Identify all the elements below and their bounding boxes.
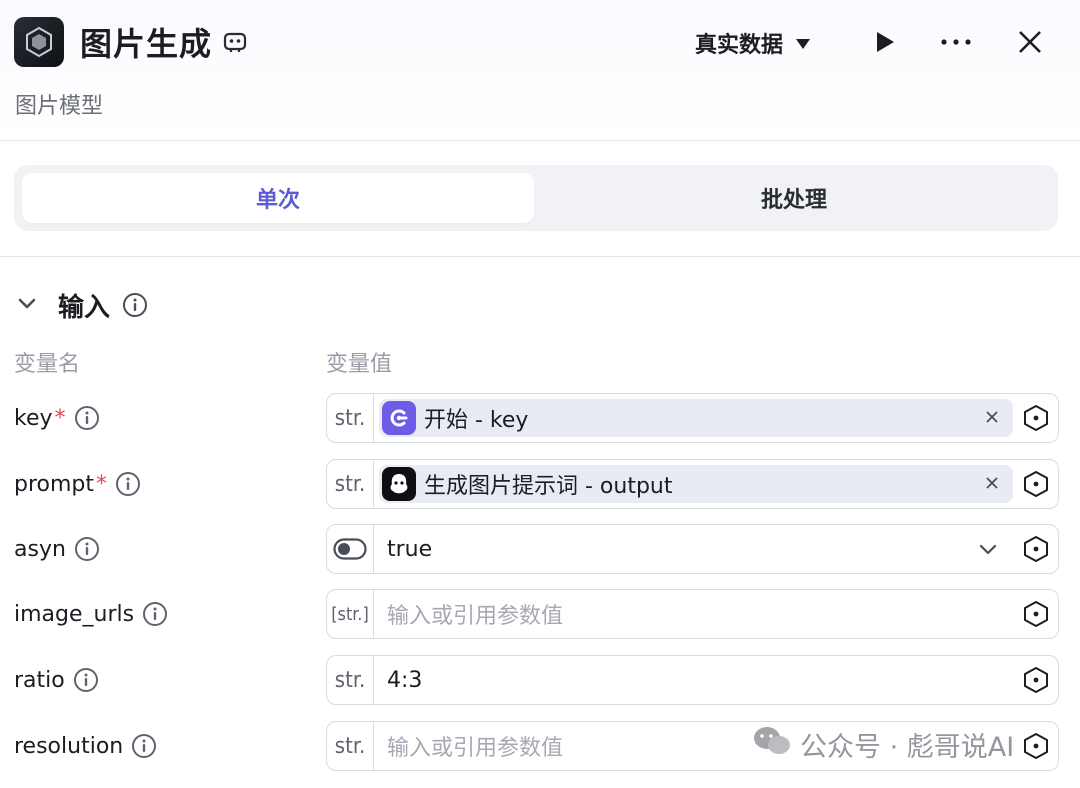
param-value-field[interactable]: true: [326, 524, 1059, 574]
type-badge[interactable]: [str.]: [327, 590, 374, 638]
input-section-header[interactable]: 输入: [14, 286, 148, 324]
param-label: key *: [14, 393, 100, 443]
required-mark: *: [54, 405, 66, 431]
reference-text: 开始 - key: [424, 408, 529, 433]
param-label: prompt *: [14, 459, 141, 509]
type-badge[interactable]: str.: [327, 656, 374, 704]
param-name: ratio: [14, 667, 65, 693]
variable-reference-icon[interactable]: [1022, 535, 1050, 563]
param-value-field[interactable]: [str.] 输入或引用参数值: [326, 589, 1059, 639]
param-row-prompt: prompt * str. 生成图片提示词 - output: [0, 459, 1080, 509]
reference-text: 生成图片提示词 - output: [424, 474, 673, 499]
param-name: key: [14, 405, 53, 431]
start-node-icon: [382, 401, 416, 435]
reference-chip[interactable]: 开始 - key: [379, 399, 1013, 437]
data-mode-label: 真实数据: [695, 33, 784, 58]
param-label: asyn: [14, 524, 100, 574]
column-header-value: 变量值: [326, 352, 393, 377]
param-label: ratio: [14, 655, 99, 705]
param-row-image-urls: image_urls [str.] 输入或引用参数值: [0, 589, 1080, 639]
chevron-down-icon[interactable]: [14, 290, 40, 320]
clear-reference-icon[interactable]: [981, 472, 1003, 494]
node-subtitle: 图片模型: [15, 94, 104, 119]
info-icon[interactable]: [131, 733, 157, 759]
param-name: asyn: [14, 536, 66, 562]
close-button[interactable]: [1012, 24, 1048, 60]
close-icon: [1019, 31, 1041, 53]
llm-node-icon: [382, 467, 416, 501]
param-row-key: key * str. 开始 - key: [0, 393, 1080, 443]
model-icon[interactable]: [222, 29, 248, 55]
param-value-field[interactable]: str. 4:3: [326, 655, 1059, 705]
run-button[interactable]: [866, 24, 902, 60]
reference-chip[interactable]: 生成图片提示词 - output: [379, 465, 1013, 503]
clear-reference-icon[interactable]: [981, 406, 1003, 428]
variable-reference-icon[interactable]: [1022, 666, 1050, 694]
run-mode-tabs: 单次 批处理: [14, 165, 1058, 231]
node-logo-icon: [14, 17, 64, 67]
param-label: resolution: [14, 721, 157, 771]
param-name: resolution: [14, 733, 124, 759]
type-badge[interactable]: str.: [327, 394, 374, 442]
play-icon: [877, 32, 894, 52]
param-row-ratio: ratio str. 4:3: [0, 655, 1080, 705]
info-icon[interactable]: [142, 601, 168, 627]
variable-reference-icon[interactable]: [1022, 470, 1050, 498]
param-row-asyn: asyn true: [0, 524, 1080, 574]
run-mode-tabs-band: 单次 批处理: [0, 141, 1080, 257]
info-icon[interactable]: [115, 471, 141, 497]
boolean-type-icon[interactable]: [327, 525, 374, 573]
type-badge[interactable]: str.: [327, 722, 374, 770]
variable-reference-icon[interactable]: [1022, 732, 1050, 760]
info-icon[interactable]: [122, 292, 148, 318]
variable-reference-icon[interactable]: [1022, 404, 1050, 432]
more-icon: [941, 39, 971, 45]
param-name: image_urls: [14, 601, 135, 627]
param-input-placeholder[interactable]: 输入或引用参数值: [387, 722, 563, 770]
node-header: 图片生成 图片模型 真实数据: [0, 0, 1080, 141]
info-icon[interactable]: [73, 667, 99, 693]
tab-batch[interactable]: 批处理: [538, 173, 1050, 223]
input-section-title: 输入: [58, 292, 111, 323]
type-badge[interactable]: str.: [327, 460, 374, 508]
param-row-resolution: resolution str. 输入或引用参数值: [0, 721, 1080, 771]
column-header-name: 变量名: [14, 352, 81, 377]
chevron-down-icon[interactable]: [976, 537, 1000, 561]
tab-single[interactable]: 单次: [22, 173, 534, 223]
param-value-field[interactable]: str. 输入或引用参数值: [326, 721, 1059, 771]
param-input-placeholder[interactable]: 输入或引用参数值: [387, 590, 563, 638]
node-title: 图片生成: [80, 25, 213, 63]
param-value-field[interactable]: str. 生成图片提示词 - output: [326, 459, 1059, 509]
param-name: prompt: [14, 471, 95, 497]
param-value-field[interactable]: str. 开始 - key: [326, 393, 1059, 443]
boolean-value: true: [387, 536, 433, 562]
param-input-value[interactable]: 4:3: [387, 656, 422, 704]
more-button[interactable]: [938, 24, 974, 60]
data-mode-select[interactable]: 真实数据: [695, 26, 811, 60]
variable-reference-icon[interactable]: [1022, 600, 1050, 628]
caret-down-icon: [795, 31, 811, 56]
info-icon[interactable]: [74, 405, 100, 431]
info-icon[interactable]: [74, 536, 100, 562]
required-mark: *: [96, 471, 108, 497]
param-label: image_urls: [14, 589, 168, 639]
